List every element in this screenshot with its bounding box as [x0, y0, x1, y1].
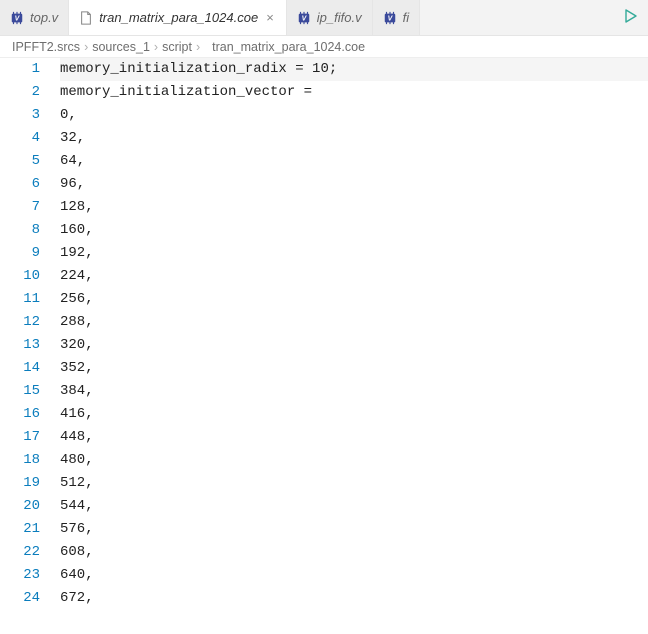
- breadcrumb-file[interactable]: tran_matrix_para_1024.coe: [212, 40, 365, 54]
- close-icon[interactable]: ×: [264, 10, 276, 25]
- line-number: 7: [0, 196, 40, 219]
- code-line[interactable]: 608,: [60, 541, 648, 564]
- line-number: 23: [0, 564, 40, 587]
- tab-label: tran_matrix_para_1024.coe: [99, 10, 258, 25]
- verilog-icon: V: [10, 11, 24, 25]
- chevron-right-icon: ›: [196, 40, 200, 54]
- line-number: 10: [0, 265, 40, 288]
- verilog-icon: V: [383, 11, 397, 25]
- play-icon: [622, 8, 638, 27]
- code-line[interactable]: 64,: [60, 150, 648, 173]
- code-line[interactable]: 480,: [60, 449, 648, 472]
- line-number-gutter: 123456789101112131415161718192021222324: [0, 58, 58, 634]
- code-line[interactable]: 320,: [60, 334, 648, 357]
- run-button[interactable]: [612, 0, 648, 35]
- code-line[interactable]: 128,: [60, 196, 648, 219]
- code-line[interactable]: 512,: [60, 472, 648, 495]
- line-number: 14: [0, 357, 40, 380]
- tab-label: top.v: [30, 10, 58, 25]
- line-number: 20: [0, 495, 40, 518]
- tab-ip-fifo-v[interactable]: Vip_fifo.v: [287, 0, 373, 35]
- chevron-right-icon: ›: [84, 40, 88, 54]
- code-line[interactable]: 256,: [60, 288, 648, 311]
- line-number: 24: [0, 587, 40, 610]
- line-number: 22: [0, 541, 40, 564]
- breadcrumb-segment[interactable]: IPFFT2.srcs: [12, 40, 80, 54]
- breadcrumb: IPFFT2.srcs › sources_1 › script › tran_matrix…: [0, 36, 648, 58]
- line-number: 8: [0, 219, 40, 242]
- code-line[interactable]: 544,: [60, 495, 648, 518]
- code-line[interactable]: 96,: [60, 173, 648, 196]
- code-editor[interactable]: 123456789101112131415161718192021222324 …: [0, 58, 648, 634]
- line-number: 21: [0, 518, 40, 541]
- chevron-right-icon: ›: [154, 40, 158, 54]
- tab-tran-matrix-para-1024-coe[interactable]: tran_matrix_para_1024.coe ×: [69, 0, 287, 35]
- line-number: 19: [0, 472, 40, 495]
- code-content[interactable]: memory_initialization_radix = 10;memory_…: [58, 58, 648, 634]
- line-number: 15: [0, 380, 40, 403]
- line-number: 9: [0, 242, 40, 265]
- code-line[interactable]: 672,: [60, 587, 648, 610]
- breadcrumb-segment[interactable]: script: [162, 40, 192, 54]
- tab-bar: Vtop.v tran_matrix_para_1024.coe × Vip_fifo…: [0, 0, 648, 36]
- code-line[interactable]: 576,: [60, 518, 648, 541]
- code-line[interactable]: memory_initialization_radix = 10;: [60, 58, 648, 81]
- tab-fi[interactable]: Vfi: [373, 0, 421, 35]
- code-line[interactable]: 0,: [60, 104, 648, 127]
- code-line[interactable]: 448,: [60, 426, 648, 449]
- line-number: 1: [0, 58, 40, 81]
- line-number: 12: [0, 311, 40, 334]
- code-line[interactable]: 224,: [60, 265, 648, 288]
- line-number: 6: [0, 173, 40, 196]
- verilog-icon: V: [297, 11, 311, 25]
- code-line[interactable]: 640,: [60, 564, 648, 587]
- code-line[interactable]: 416,: [60, 403, 648, 426]
- line-number: 16: [0, 403, 40, 426]
- line-number: 2: [0, 81, 40, 104]
- code-line[interactable]: 32,: [60, 127, 648, 150]
- tab-label: fi: [403, 10, 410, 25]
- line-number: 3: [0, 104, 40, 127]
- code-line[interactable]: 352,: [60, 357, 648, 380]
- code-line[interactable]: 384,: [60, 380, 648, 403]
- code-line[interactable]: 160,: [60, 219, 648, 242]
- code-line[interactable]: 288,: [60, 311, 648, 334]
- code-line[interactable]: memory_initialization_vector =: [60, 81, 648, 104]
- line-number: 4: [0, 127, 40, 150]
- breadcrumb-segment[interactable]: sources_1: [92, 40, 150, 54]
- line-number: 18: [0, 449, 40, 472]
- line-number: 13: [0, 334, 40, 357]
- code-line[interactable]: 192,: [60, 242, 648, 265]
- tab-label: ip_fifo.v: [317, 10, 362, 25]
- line-number: 11: [0, 288, 40, 311]
- tab-top-v[interactable]: Vtop.v: [0, 0, 69, 35]
- line-number: 5: [0, 150, 40, 173]
- file-icon: [79, 11, 93, 25]
- line-number: 17: [0, 426, 40, 449]
